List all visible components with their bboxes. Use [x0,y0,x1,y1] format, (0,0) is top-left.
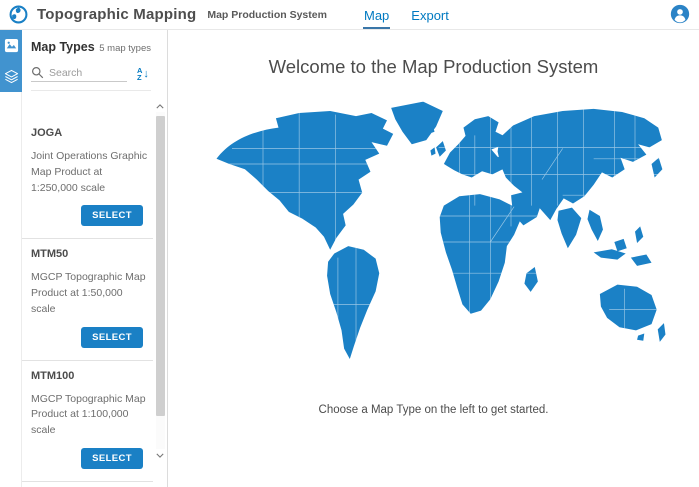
tab-map[interactable]: Map [363,4,390,27]
search-box [31,66,127,82]
panel-header: Map Types 5 map types [22,30,167,91]
map-type-description: MGCP Topographic Map Product at 1:50,000… [31,270,149,317]
scrollbar-track[interactable] [156,112,165,449]
content-row: Map Types 5 map types [0,30,699,487]
search-row: A Z ↓ [31,66,151,91]
sort-arrow: ↓ [143,69,149,80]
app-header: Topographic Mapping Map Production Syste… [0,0,699,30]
account-icon[interactable] [670,4,690,24]
app-window: Topographic Mapping Map Production Syste… [0,0,699,487]
tab-export[interactable]: Export [410,4,450,27]
welcome-title: Welcome to the Map Production System [168,56,699,78]
map-type-name: JOGA [31,127,145,139]
map-product-icon[interactable] [0,30,22,61]
map-type-item: JOGA Joint Operations Graphic Map Produc… [22,118,153,238]
panel-scrollbar[interactable] [154,100,166,461]
search-input[interactable] [49,67,123,79]
sort-a-z-icon[interactable]: A Z ↓ [137,67,149,82]
select-button[interactable]: SELECT [81,448,143,469]
app-subtitle: Map Production System [207,9,327,21]
map-type-description: Joint Operations Graphic Map Product at … [31,149,149,196]
map-types-panel: Map Types 5 map types [22,30,168,487]
globe-logo-icon [9,5,28,24]
app-title: Topographic Mapping [37,6,196,23]
map-type-count: 5 map types [99,43,151,54]
scrollbar-thumb[interactable] [156,116,165,416]
sort-letter-z: Z [137,74,142,82]
map-type-item: MTM50 MGCP Topographic Map Product at 1:… [22,238,153,359]
action-bar-group [0,30,22,92]
map-type-item: MTM100 MGCP Topographic Map Product at 1… [22,360,153,481]
panel-title: Map Types [31,40,95,54]
search-icon [31,66,44,79]
map-type-name: MTM100 [31,370,145,382]
map-type-list: JOGA Joint Operations Graphic Map Produc… [22,118,153,487]
chevron-up-icon[interactable] [156,100,164,112]
chevron-down-icon[interactable] [156,449,164,461]
world-map [201,86,666,398]
layers-icon[interactable] [0,61,22,92]
select-button[interactable]: SELECT [81,327,143,348]
main-tabs: Map Export [363,0,450,30]
map-type-name: MTM50 [31,248,145,260]
map-type-item: TM50 Topographic Map Product at 1:50,000… [22,481,153,487]
helper-text: Choose a Map Type on the left to get sta… [168,404,699,416]
world-map-land [201,86,666,398]
select-button[interactable]: SELECT [81,205,143,226]
map-type-description: MGCP Topographic Map Product at 1:100,00… [31,392,149,439]
main-area: Welcome to the Map Production System [168,30,699,487]
action-bar [0,30,22,487]
